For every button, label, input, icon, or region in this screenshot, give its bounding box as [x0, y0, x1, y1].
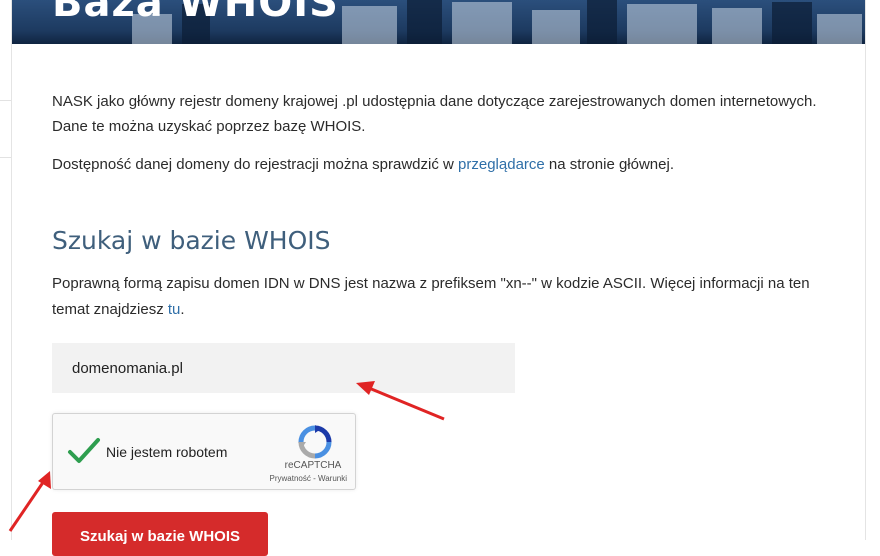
intro-line-3: Dostępność danej domeny do rejestracji m…	[52, 152, 674, 178]
hero-building	[342, 6, 397, 44]
intro-text: na stronie głównej.	[544, 156, 674, 173]
hero-building	[407, 0, 442, 44]
note-text: temat znajdziesz	[52, 301, 168, 318]
recaptcha-terms-link[interactable]: Prywatność - Warunki	[259, 474, 348, 483]
whois-search-button[interactable]: Szukaj w bazie WHOIS	[52, 512, 268, 556]
page-title: Baza WHOIS	[52, 0, 339, 26]
hero-building	[627, 4, 697, 44]
browser-link[interactable]: przeglądarce	[458, 156, 545, 173]
hero-banner: Baza WHOIS	[12, 0, 865, 44]
recaptcha-label: Nie jestem robotem	[106, 444, 228, 460]
divider	[0, 100, 11, 101]
recaptcha-brand: reCAPTCHA	[284, 460, 342, 471]
hero-building	[712, 8, 762, 44]
hero-building	[772, 2, 812, 44]
idn-note-line-1: Poprawną formą zapisu domen IDN w DNS je…	[52, 275, 810, 292]
intro-text: Dostępność danej domeny do rejestracji m…	[52, 156, 459, 173]
idn-note-line-2: temat znajdziesz tu.	[52, 297, 185, 323]
hero-building	[452, 2, 512, 44]
divider	[0, 157, 11, 158]
recaptcha-logo-icon	[298, 425, 332, 459]
domain-search-input[interactable]	[52, 343, 515, 393]
content-card: Baza WHOIS NASK jako główny rejestr dome…	[11, 0, 866, 556]
hero-building	[532, 10, 580, 44]
right-edge	[866, 0, 880, 540]
left-edge	[0, 0, 11, 540]
hero-building	[817, 14, 862, 44]
intro-line-2: Dane te można uzyskać poprzez bazę WHOIS…	[52, 118, 366, 135]
search-heading: Szukaj w bazie WHOIS	[52, 226, 331, 255]
checkmark-icon[interactable]	[67, 436, 101, 466]
more-info-link[interactable]: tu	[168, 301, 181, 318]
intro-line-1: NASK jako główny rejestr domeny krajowej…	[52, 93, 817, 110]
hero-building	[587, 0, 617, 44]
note-text: .	[180, 301, 185, 318]
recaptcha-widget: Nie jestem robotem reCAPTCHA Prywatność …	[52, 413, 356, 490]
